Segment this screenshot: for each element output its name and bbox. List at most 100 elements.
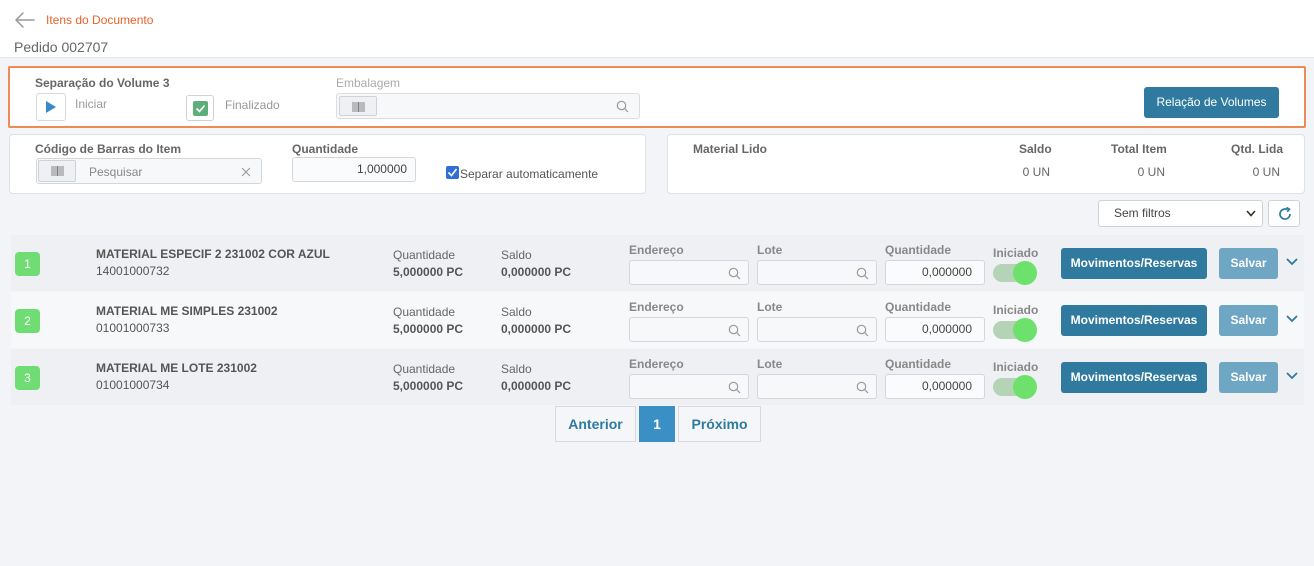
next-page-button[interactable]: Próximo [678,406,761,442]
lot-input[interactable] [757,317,877,342]
search-icon[interactable] [728,381,741,394]
quantity-caption: Quantidade [393,248,456,262]
volumes-button[interactable]: Relação de Volumes [1144,87,1279,118]
started-caption: Iniciado [993,360,1039,374]
filter-select[interactable]: Sem filtros [1098,200,1263,227]
chevron-down-icon[interactable] [1286,372,1298,380]
table-row: 3 MATERIAL ME LOTE 231002 01001000734 Qu… [11,349,1304,405]
quantity-caption: Quantidade [393,362,456,376]
material-read-label: Material Lido [693,142,768,156]
check-icon [447,168,458,177]
started-toggle[interactable] [993,318,1037,342]
barcode-search-input[interactable]: Pesquisar [36,158,262,184]
item-code: 01001000734 [96,378,170,392]
quantity-caption-2: Quantidade [885,357,952,371]
lot-caption: Lote [757,357,783,371]
address-caption: Endereço [629,357,684,371]
search-icon[interactable] [856,267,869,280]
toggle-knob [1013,261,1037,285]
started-toggle[interactable] [993,375,1037,399]
quantity-label: Quantidade [292,142,359,156]
movements-button[interactable]: Movimentos/Reservas [1061,248,1207,279]
barcode-icon [352,102,365,112]
summary-card: Material Lido Saldo Total Item Qtd. Lida… [667,134,1305,194]
item-number-badge: 2 [15,309,40,333]
balance-caption: Saldo [501,248,532,262]
item-balance: 0,000000 PC [501,265,572,279]
search-icon[interactable] [856,324,869,337]
quantity-input[interactable]: 1,000000 [292,157,416,182]
started-caption: Iniciado [993,303,1039,317]
separation-quantity-input[interactable]: 0,000000 [885,260,985,285]
address-caption: Endereço [629,243,684,257]
search-icon[interactable] [728,324,741,337]
breadcrumb-link[interactable]: Itens do Documento [46,13,153,27]
page-title: Pedido 002707 [14,39,109,55]
search-icon[interactable] [728,267,741,280]
volume-title: Separação do Volume 3 [35,76,170,90]
table-row: 1 MATERIAL ESPECIF 2 231002 COR AZUL 140… [11,235,1304,291]
started-caption: Iniciado [993,246,1039,260]
search-icon[interactable] [616,100,629,113]
start-label: Iniciar [75,97,108,111]
finished-checkbox[interactable] [186,95,214,121]
search-icon[interactable] [856,381,869,394]
start-button[interactable] [36,93,66,121]
barcode-icon [51,166,64,176]
movements-button[interactable]: Movimentos/Reservas [1061,362,1207,393]
top-bar: Itens do Documento Pedido 002707 [0,0,1314,58]
save-button[interactable]: Salvar [1219,305,1278,336]
lot-caption: Lote [757,300,783,314]
clear-icon[interactable] [241,167,251,177]
check-icon [195,104,206,113]
finished-label: Finalizado [225,98,280,112]
balance-caption: Saldo [501,362,532,376]
movements-button[interactable]: Movimentos/Reservas [1061,305,1207,336]
item-quantity: 5,000000 PC [393,322,464,336]
item-name: MATERIAL ESPECIF 2 231002 COR AZUL [96,247,330,261]
lot-input[interactable] [757,374,877,399]
balance-value: 0 UN [1022,165,1050,179]
packaging-input[interactable] [336,93,640,119]
quantity-caption-2: Quantidade [885,300,952,314]
barcode-scan-button[interactable] [38,160,76,182]
address-input[interactable] [629,374,749,399]
address-caption: Endereço [629,300,684,314]
item-code: 14001000732 [96,264,170,278]
toggle-knob [1013,375,1037,399]
lot-input[interactable] [757,260,877,285]
save-button[interactable]: Salvar [1219,362,1278,393]
previous-page-button[interactable]: Anterior [555,406,636,442]
separation-quantity-input[interactable]: 0,000000 [885,317,985,342]
address-input[interactable] [629,317,749,342]
refresh-icon [1279,206,1291,220]
item-code: 01001000733 [96,321,170,335]
chevron-down-icon[interactable] [1286,258,1298,266]
separation-quantity-input[interactable]: 0,000000 [885,374,985,399]
balance-caption: Saldo [501,305,532,319]
chevron-down-icon[interactable] [1286,315,1298,323]
item-quantity: 5,000000 PC [393,265,464,279]
address-input[interactable] [629,260,749,285]
qty-read-label: Qtd. Lida [1231,142,1283,156]
table-row: 2 MATERIAL ME SIMPLES 231002 01001000733… [11,292,1304,348]
volume-panel: Separação do Volume 3 Iniciar Finalizado… [8,66,1306,128]
quantity-caption: Quantidade [393,305,456,319]
balance-label: Saldo [1019,142,1052,156]
toggle-knob [1013,318,1037,342]
item-number-badge: 3 [15,366,40,390]
packaging-label: Embalagem [336,76,401,90]
refresh-button[interactable] [1268,200,1300,227]
page-number-button[interactable]: 1 [639,406,675,442]
quantity-caption-2: Quantidade [885,243,952,257]
item-number-badge: 1 [15,252,40,276]
packaging-barcode-button[interactable] [339,96,377,116]
chevron-down-icon [1246,210,1256,217]
save-button[interactable]: Salvar [1219,248,1278,279]
started-toggle[interactable] [993,261,1037,285]
back-arrow-icon[interactable] [14,11,36,29]
item-name: MATERIAL ME LOTE 231002 [96,361,257,375]
qty-read-value: 0 UN [1252,165,1280,179]
auto-separate-checkbox[interactable] [446,166,459,179]
filter-selected-value: Sem filtros [1114,206,1171,220]
